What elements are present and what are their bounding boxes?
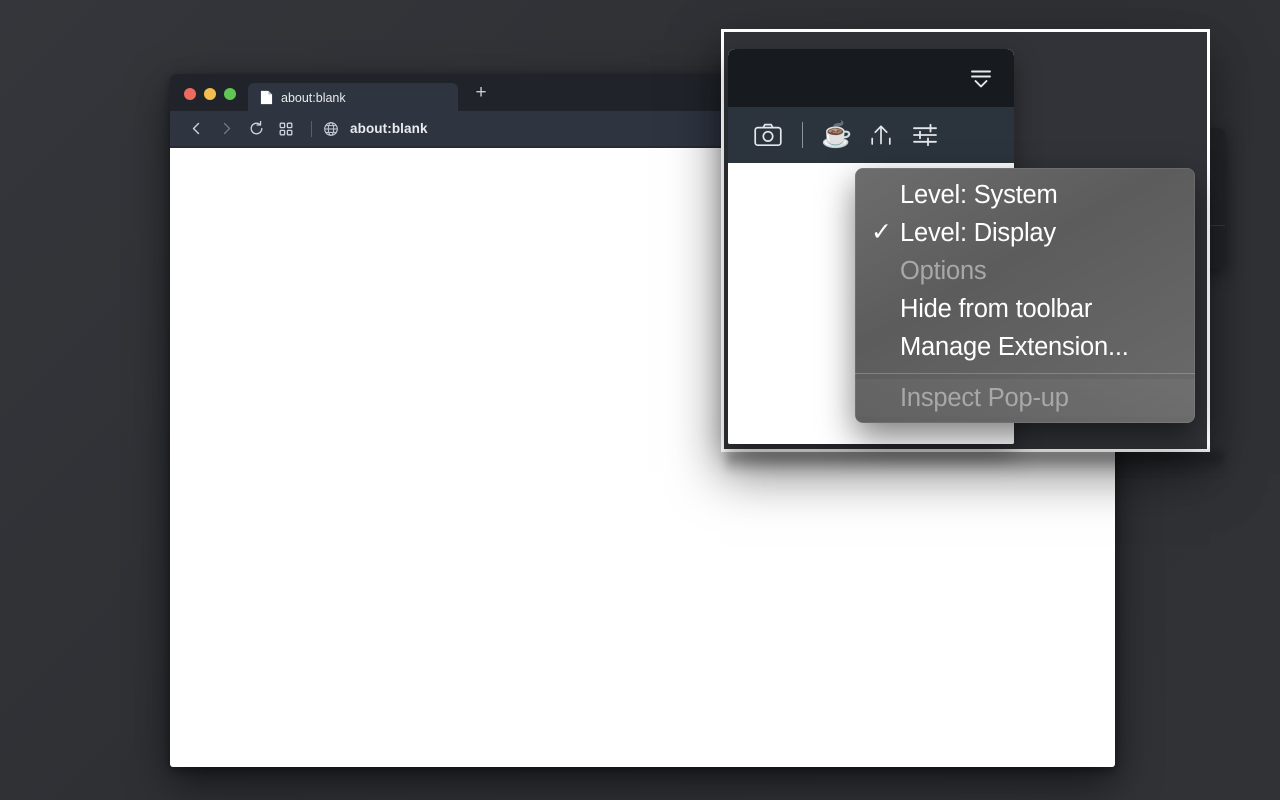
menu-item-label: Options [900, 256, 987, 285]
chevron-left-icon [192, 122, 199, 135]
window-controls [170, 88, 248, 111]
menu-item-hide-from-toolbar[interactable]: Hide from toolbar [855, 290, 1195, 328]
document-icon [260, 90, 273, 105]
menu-item-inspect-popup: Inspect Pop-up [855, 379, 1195, 417]
new-tab-button[interactable]: + [464, 75, 498, 109]
extension-context-menu: Level: System ✓ Level: Display Options H… [855, 168, 1195, 423]
camera-icon [754, 123, 782, 147]
menu-item-label: Hide from toolbar [900, 294, 1093, 323]
desktop-background: about:blank + about:blank ☕ Level: Syste… [0, 0, 1280, 800]
minimize-window-button[interactable] [204, 88, 216, 100]
maximize-window-button[interactable] [224, 88, 236, 100]
coffee-cup-icon: ☕ [821, 120, 853, 149]
tab-title: about:blank [281, 90, 346, 105]
forward-button[interactable] [212, 115, 240, 143]
toolbar-divider [311, 120, 312, 137]
extension-popup-toolbar: ☕ [728, 107, 1014, 163]
menu-footer-group: Inspect Pop-up [855, 379, 1195, 417]
reload-button[interactable] [242, 115, 270, 143]
toolbar-separator [802, 122, 803, 148]
grid-apps-icon [279, 122, 293, 135]
url-text: about:blank [350, 121, 428, 136]
menu-item-label: Inspect Pop-up [900, 383, 1069, 412]
upload-arrow-icon [871, 125, 891, 145]
chevron-right-icon [223, 122, 230, 135]
share-button[interactable] [859, 113, 903, 157]
menu-separator [855, 373, 1195, 374]
reload-icon [250, 120, 262, 135]
menu-item-level-display[interactable]: ✓ Level: Display [855, 214, 1195, 252]
coffee-button[interactable]: ☕ [815, 113, 859, 157]
extension-popup-header [728, 49, 1014, 107]
globe-icon [324, 121, 338, 136]
menu-item-level-system[interactable]: Level: System [855, 176, 1195, 214]
menu-item-label: Level: Display [900, 218, 1056, 247]
menu-item-manage-extension[interactable]: Manage Extension... [855, 328, 1195, 366]
sliders-icon [913, 123, 937, 147]
close-window-button[interactable] [184, 88, 196, 100]
menu-check-mark: ✓ [871, 217, 892, 246]
menu-item-label: Manage Extension... [900, 332, 1129, 361]
collapse-panel-icon [971, 70, 991, 88]
apps-grid-button[interactable] [272, 115, 300, 143]
screenshot-button[interactable] [746, 113, 790, 157]
collapse-panel-button[interactable] [966, 63, 996, 93]
menu-item-label: Level: System [900, 180, 1058, 209]
back-button[interactable] [182, 115, 210, 143]
browser-tab[interactable]: about:blank [248, 83, 458, 112]
settings-button[interactable] [903, 113, 947, 157]
menu-item-options: Options [855, 252, 1195, 290]
